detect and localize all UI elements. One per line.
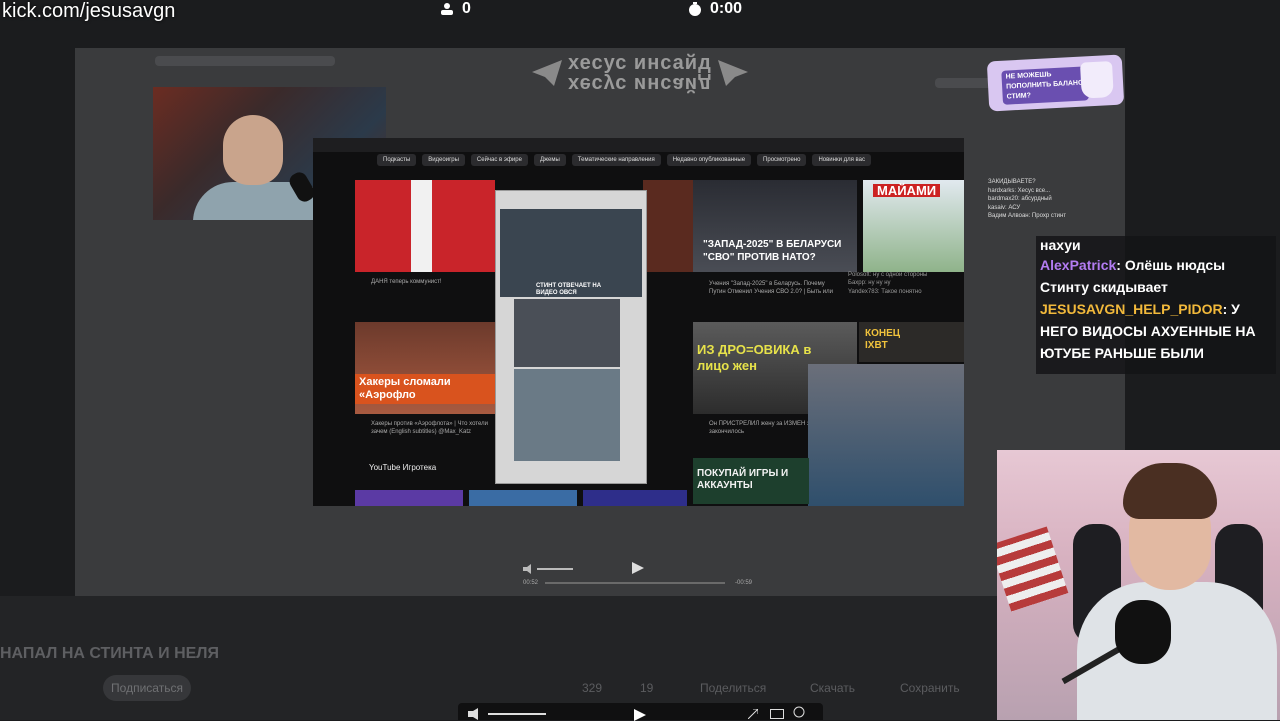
guest-face [223, 115, 283, 185]
video-title[interactable]: ДАНЯ теперь коммунист! [371, 278, 491, 286]
background-video-title: НАПАЛ НА СТИНТА И НЕЛЯ [0, 645, 220, 662]
thumbnail-caption: Хакеры сломали «Аэрофло [355, 374, 495, 404]
nav-chip[interactable]: Новинки для вас [812, 154, 871, 166]
popup-video-player[interactable]: СТИНТ ОТВЕЧАЕТ НА ВИДЕО ОВСЯ [495, 190, 647, 484]
stopwatch-icon [689, 2, 701, 16]
viewers-icon [441, 3, 453, 15]
chat-line: Вадим Алвоан: Прохр стинт [988, 213, 1067, 219]
viewer-count-value: 0 [462, 0, 471, 17]
nav-chip[interactable]: Сейчас в эфире [470, 154, 528, 166]
share-button[interactable]: Поделиться [700, 681, 766, 695]
thumbnail-caption: "ЗАПАД-2025" В БЕЛАРУСИ "СВО" ПРОТИВ НАТ… [703, 239, 842, 263]
viewer-count: 0 [440, 0, 471, 18]
video-thumbnail[interactable]: МАЙАМИ [863, 180, 964, 272]
background-player-controls: 00:52 -00:59 [515, 556, 760, 590]
volume-icon[interactable] [468, 708, 480, 720]
time-left: 00:52 [523, 580, 539, 586]
chat-message: нахуи [1040, 236, 1272, 254]
nav-chip[interactable]: Подкасты [377, 154, 417, 166]
nav-chip[interactable]: Недавно опубликованные [666, 154, 752, 166]
thumbnail-caption: КОНЕЦ IXBT [865, 328, 901, 351]
thumbnail-caption: ПОКУПАЙ ИГРЫ И АККАУНТЫ [697, 468, 789, 491]
nav-chip[interactable]: Просмотрено [757, 154, 807, 166]
seek-bar[interactable] [545, 582, 725, 584]
logo-text-mirrored: хесус инсайд [568, 73, 712, 95]
volume-slider[interactable] [537, 568, 573, 570]
video-thumbnail[interactable]: "ЗАПАД-2025" В БЕЛАРУСИ "СВО" ПРОТИВ НАТ… [693, 180, 857, 272]
stream-player-controls [458, 703, 823, 721]
video-title[interactable]: Он ПРИСТРЕЛИЛ жену за ИЗМЕН это закончил… [709, 420, 819, 436]
nav-chip[interactable]: Видеоигры [422, 154, 465, 166]
expand-icon[interactable] [748, 709, 758, 719]
volume-icon[interactable] [523, 564, 533, 574]
play-icon[interactable] [634, 709, 646, 721]
video-title[interactable]: Учения "Запад-2025" в Беларусь. Почему П… [709, 280, 839, 296]
steam-balance-sticker: НЕ МОЖЕШЬ ПОПОЛНИТЬ БАЛАНС СТИМ? [986, 54, 1125, 112]
stream-timer: 0:00 [688, 0, 742, 18]
section-title: YouTube Игротека [369, 463, 437, 472]
timer-value: 0:00 [710, 0, 743, 17]
video-thumbnail[interactable]: КОНЕЦ IXBT [859, 322, 964, 362]
save-button[interactable]: Сохранить [900, 681, 960, 695]
popup-caption: СТИНТ ОТВЕЧАЕТ НА ВИДЕО ОВСЯ [536, 283, 602, 296]
chat-message: JESUSAVGN_HELP_PIDOR: У НЕГО ВИДОСЫ АХУЕ… [1040, 298, 1272, 364]
like-count[interactable]: 329 [582, 681, 602, 695]
volume-slider[interactable] [488, 713, 546, 715]
play-icon[interactable] [632, 562, 644, 574]
sticker-text: НЕ МОЖЕШЬ ПОПОЛНИТЬ БАЛАНС СТИМ? [1001, 66, 1089, 105]
chat-username[interactable]: AlexPatrick [1040, 257, 1116, 273]
telegram-icon-right [718, 60, 748, 86]
chat-message: AlexPatrick: Олёшь нюдсы Стинту скидывае… [1040, 254, 1272, 298]
nav-chip[interactable]: Тематические направления [571, 154, 661, 166]
nav-chip[interactable]: Джемы [533, 154, 566, 166]
video-thumbnail[interactable] [469, 490, 577, 506]
settings-icon[interactable] [792, 706, 806, 718]
streamer-webcam [997, 450, 1280, 720]
thumbnail-caption: МАЙАМИ [873, 184, 941, 197]
streamer-hair [1123, 463, 1217, 519]
chat-line: kasaiv: АСУ [988, 204, 1021, 211]
chat-line: ЗАКИДЫВАЕТЕ? [988, 179, 1036, 185]
dislike-count[interactable]: 19 [640, 681, 653, 695]
video-title[interactable]: Хакеры против «Аэрофлота» | Что хотели з… [371, 420, 491, 436]
pip-icon[interactable] [770, 709, 784, 719]
youtube-category-nav: Подкасты Видеоигры Сейчас в эфире Джемы … [377, 154, 871, 166]
chat-line: bardmax20: абсурдный [988, 196, 1052, 202]
video-thumbnail[interactable] [355, 180, 495, 272]
screen-topbar [313, 138, 964, 152]
channel-logo: хесус инсайд хесус инсайд [530, 52, 750, 95]
chat-line: hardxarks: Хесус все... [988, 187, 1051, 194]
popup-frame [514, 369, 620, 461]
video-thumbnail[interactable] [583, 490, 687, 506]
cup-icon [1079, 61, 1114, 99]
chat-text: нахуи [1040, 237, 1081, 253]
time-right: -00:59 [735, 580, 753, 586]
download-button[interactable]: Скачать [810, 681, 855, 695]
video-thumbnail[interactable]: ПОКУПАЙ ИГРЫ И АККАУНТЫ [693, 458, 809, 504]
streamer-hoodie [1077, 582, 1277, 720]
telegram-icon [532, 60, 562, 86]
subscribe-button[interactable]: Подписаться [103, 675, 191, 701]
chat-username[interactable]: JESUSAVGN_HELP_PIDOR [1040, 301, 1223, 317]
streamer-screen-cam [808, 364, 964, 506]
channel-url: kick.com/jesusavgn [2, 0, 176, 22]
us-flag [997, 526, 1069, 612]
stream-chat: нахуи AlexPatrick: Олёшь нюдсы Стинту ск… [1036, 236, 1276, 374]
video-thumbnail[interactable]: Хакеры сломали «Аэрофло [355, 322, 495, 414]
bg-search-bar [155, 56, 335, 66]
video-thumbnail[interactable] [355, 490, 463, 506]
popup-frame [514, 299, 620, 367]
microphone-icon [1115, 600, 1171, 664]
